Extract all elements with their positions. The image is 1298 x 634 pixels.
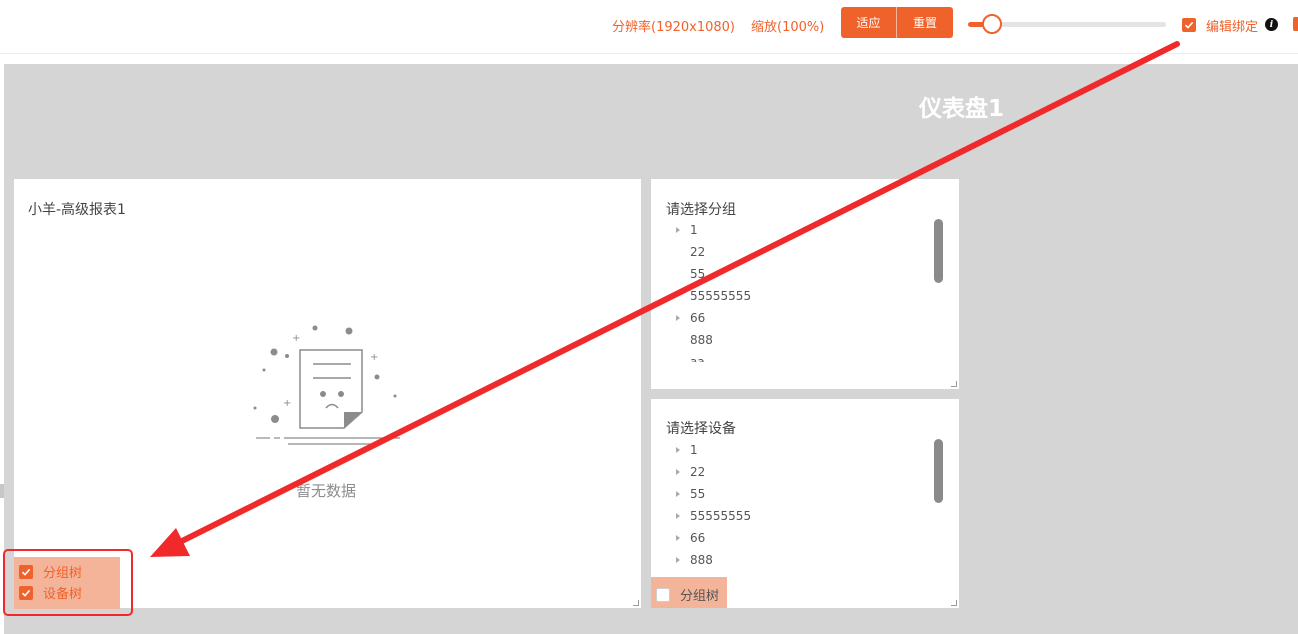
caret-right-icon[interactable] <box>676 469 680 475</box>
fit-button[interactable]: 适应 <box>841 7 897 38</box>
tree-node[interactable]: 1 <box>661 219 931 241</box>
tree-node-label: 888 <box>690 333 713 347</box>
tree-node-label: 55 <box>690 487 706 501</box>
caret-right-icon[interactable] <box>676 491 680 497</box>
zoom-slider[interactable] <box>968 14 1166 34</box>
fit-reset-button-group: 适应 重置 <box>841 7 953 38</box>
toolbar-overflow-edge <box>1293 17 1298 31</box>
left-edge-handle[interactable] <box>0 484 4 498</box>
caret-right-icon[interactable] <box>676 227 680 233</box>
tree-node-label: 55555555 <box>690 289 752 303</box>
group-panel-title: 请选择分组 <box>666 202 736 218</box>
device-tree-scrollbar[interactable] <box>934 439 943 503</box>
tree-node[interactable]: 66 <box>661 527 931 549</box>
tree-node[interactable]: 66 <box>661 307 931 329</box>
zoom-slider-handle[interactable] <box>981 14 1002 34</box>
tree-node-label: 66 <box>690 531 706 545</box>
report-panel-title: 小羊-高级报表1 <box>28 202 126 218</box>
tree-node[interactable]: 22 <box>661 461 931 483</box>
caret-right-icon[interactable] <box>676 447 680 453</box>
info-icon[interactable]: i <box>1265 18 1278 31</box>
group-panel-resize-handle[interactable] <box>951 381 957 387</box>
svg-text:+: + <box>292 333 300 344</box>
resolution-label[interactable]: 分辨率(1920x1080) <box>612 16 735 35</box>
tree-node[interactable]: 55555555 <box>661 285 931 307</box>
edit-binding-checkbox[interactable] <box>1182 18 1196 32</box>
tree-node-label: 55 <box>690 267 706 281</box>
tree-node[interactable]: 22 <box>661 241 931 263</box>
tree-node[interactable]: 55555555 <box>661 505 931 527</box>
tree-node-label: aa <box>690 355 705 362</box>
tree-node-label: 22 <box>690 465 706 479</box>
empty-state-text: 暂无数据 <box>296 482 357 500</box>
legend-group-tree-checkbox-unchecked[interactable] <box>656 587 670 602</box>
caret-right-icon[interactable] <box>676 557 680 563</box>
tree-node-label: 55555555 <box>690 509 752 523</box>
reset-button[interactable]: 重置 <box>897 7 953 38</box>
empty-document-icon: + + + <box>253 325 400 445</box>
caret-right-icon[interactable] <box>676 315 680 321</box>
tree-node[interactable]: aa <box>661 351 931 362</box>
tree-node-label: 22 <box>690 245 706 259</box>
svg-text:+: + <box>370 352 378 363</box>
group-tree-scrollbar[interactable] <box>934 219 943 283</box>
legend-group-tree-label-unchecked: 分组树 <box>680 589 720 604</box>
top-toolbar: 分辨率(1920x1080) 缩放(100%) 适应 重置 编辑绑定 i <box>0 0 1298 54</box>
legend-item-group-tree-unchecked[interactable]: 分组树 <box>656 585 719 604</box>
zoom-label[interactable]: 缩放(100%) <box>751 16 824 35</box>
dashboard-title: 仪表盘1 <box>919 96 1005 122</box>
group-tree[interactable]: 1 22 55 55555555 66 888 aa <box>661 219 931 362</box>
svg-text:+: + <box>283 398 291 409</box>
tree-node[interactable]: 888 <box>661 549 931 571</box>
annotation-highlight-box <box>3 549 133 616</box>
device-tree[interactable]: 1 22 55 55555555 66 888 aa <box>661 439 931 582</box>
tree-node[interactable]: 888 <box>661 329 931 351</box>
device-panel-resize-handle[interactable] <box>951 600 957 606</box>
tree-node[interactable]: 55 <box>661 483 931 505</box>
caret-right-icon[interactable] <box>676 513 680 519</box>
tree-node[interactable]: 55 <box>661 263 931 285</box>
tree-node-label: 1 <box>690 443 698 457</box>
tree-node-label: 1 <box>690 223 698 237</box>
caret-right-icon[interactable] <box>676 535 680 541</box>
device-panel-title: 请选择设备 <box>666 421 736 437</box>
tree-node-label: 888 <box>690 553 713 567</box>
edit-binding-label[interactable]: 编辑绑定 <box>1206 16 1258 35</box>
tree-node-label: 66 <box>690 311 706 325</box>
report-panel-resize-handle[interactable] <box>633 600 639 606</box>
tree-node[interactable]: 1 <box>661 439 931 461</box>
checkmark-icon <box>1184 21 1194 29</box>
